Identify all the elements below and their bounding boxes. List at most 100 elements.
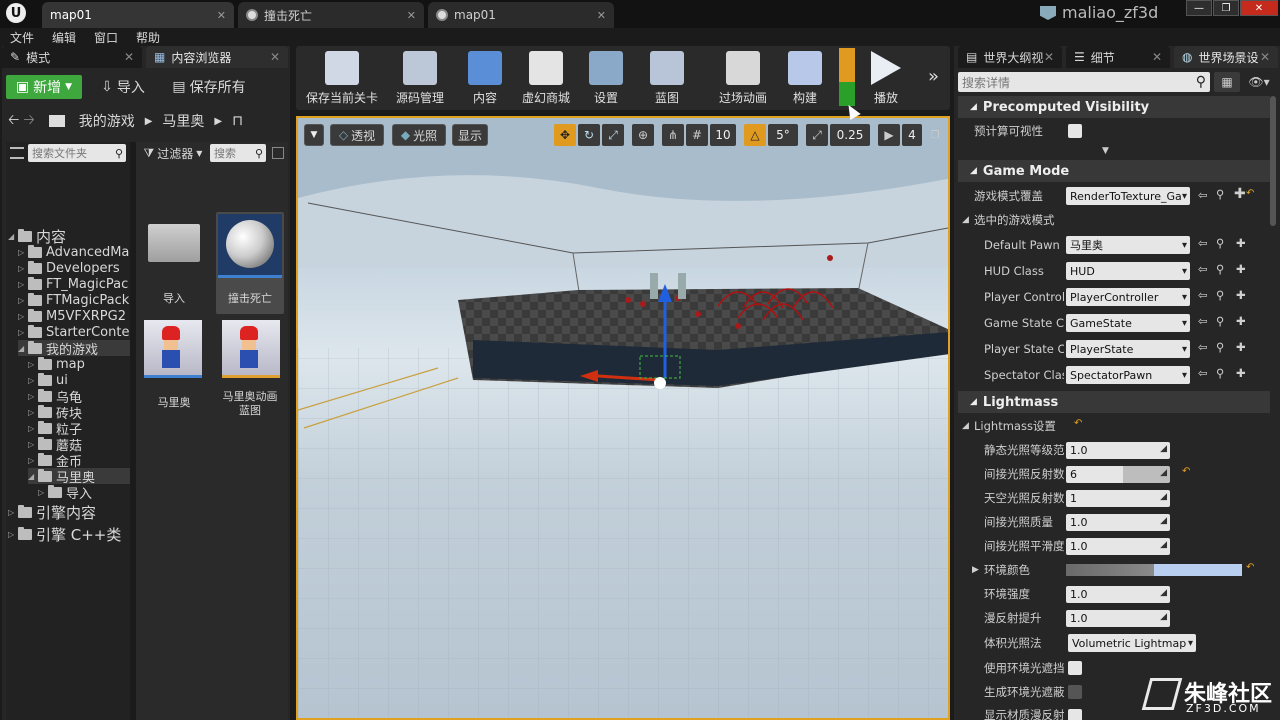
add-icon[interactable]: ✚ xyxy=(1236,366,1246,380)
reset-icon[interactable]: ↶ xyxy=(1246,562,1254,573)
expand-icon[interactable]: ◢ xyxy=(962,215,969,225)
class-dropdown[interactable]: PlayerState xyxy=(1066,340,1190,358)
number-field[interactable]: 1.0 ◢ xyxy=(1066,538,1170,555)
tree-item[interactable]: ▷ 引擎 C++类 xyxy=(8,526,121,544)
collapsed-icon[interactable]: ▷ xyxy=(8,508,18,517)
reset-icon[interactable]: ↶ xyxy=(1246,188,1254,199)
collapsed-icon[interactable]: ▷ xyxy=(18,312,28,321)
add-icon[interactable]: ✚ xyxy=(1234,186,1246,202)
class-dropdown[interactable]: 马里奥 xyxy=(1066,236,1190,254)
collapsed-icon[interactable]: ▷ xyxy=(8,530,18,539)
number-field[interactable]: 6 ◢ xyxy=(1066,466,1170,483)
forward-arrow-icon[interactable]: 🡢 xyxy=(23,109,34,133)
scale-icon[interactable]: ⤢ xyxy=(602,124,624,146)
add-new-button[interactable]: ▣ 新增 ▼ xyxy=(6,75,82,99)
collapsed-icon[interactable]: ▷ xyxy=(28,440,38,449)
collapsed-icon[interactable]: ▷ xyxy=(38,488,48,497)
precomputed-checkbox[interactable] xyxy=(1068,124,1082,138)
filter-button[interactable]: ⧩ 过滤器 ▼ xyxy=(140,144,206,162)
perspective-button[interactable]: ◇ 透视 xyxy=(330,124,384,146)
toolbar-cinematics-button[interactable]: 过场动画 xyxy=(706,50,780,106)
collapsed-icon[interactable]: ▷ xyxy=(28,360,38,369)
drag-handle-icon[interactable]: ◢ xyxy=(1160,444,1167,454)
arrow-left-icon[interactable]: ⇦ xyxy=(1198,340,1208,354)
folder-search-input[interactable]: 搜索文件夹 ⚲ xyxy=(28,144,126,162)
tab-world-outliner[interactable]: ▤ 世界大纲视 ✕ xyxy=(958,46,1062,68)
toolbar-settings-button[interactable]: 设置 xyxy=(582,50,630,106)
details-scrollbar[interactable] xyxy=(1270,96,1276,226)
tree-item[interactable]: ◢ 内容 xyxy=(8,228,66,246)
maximize-viewport-icon[interactable]: ❐ xyxy=(928,124,942,146)
scale-snap-value[interactable]: 0.25 xyxy=(830,124,870,146)
rotation-snap-value[interactable]: 5° xyxy=(768,124,798,146)
tree-item[interactable]: ▷ map xyxy=(28,356,85,372)
browse-icon[interactable]: ⚲ xyxy=(1216,187,1224,201)
reset-icon[interactable]: ↶ xyxy=(1074,418,1082,429)
toolbar-save-button[interactable]: 保存当前关卡 xyxy=(300,50,384,106)
drag-handle-icon[interactable]: ◢ xyxy=(1160,468,1167,478)
tab-content-browser[interactable]: ▦ 内容浏览器 ✕ xyxy=(146,46,288,68)
section-lightmass[interactable]: ◢ Lightmass xyxy=(958,391,1270,413)
class-dropdown[interactable]: PlayerController xyxy=(1066,288,1190,306)
use-ao-checkbox[interactable] xyxy=(1068,661,1082,675)
lit-button[interactable]: ◆ 光照 xyxy=(392,124,446,146)
expand-icon[interactable]: ▶ xyxy=(972,565,979,575)
more-icon[interactable]: » xyxy=(928,66,939,87)
expanded-icon[interactable]: ◢ xyxy=(28,472,38,481)
minimize-button[interactable]: — xyxy=(1186,0,1212,16)
number-field[interactable]: 1.0 ◢ xyxy=(1066,610,1170,627)
lock-icon[interactable]: ⊓ xyxy=(232,113,243,129)
tree-item[interactable]: ◢ 我的游戏 xyxy=(18,340,130,358)
tab-map01[interactable]: map01 ✕ xyxy=(42,2,234,28)
tree-item[interactable]: ▷ FTMagicPack xyxy=(18,292,129,308)
collapsed-icon[interactable]: ▷ xyxy=(18,280,28,289)
toolbar-marketplace-button[interactable]: 虚幻商城 xyxy=(512,50,580,106)
arrow-left-icon[interactable]: ⇦ xyxy=(1198,262,1208,276)
viewport[interactable]: ▼ ◇ 透视 ◆ 光照 显示 ✥ ↻ ⤢ ⊕ ⋔ # 10 △ 5° ⤢ 0.25 … xyxy=(296,116,950,720)
expanded-icon[interactable]: ◢ xyxy=(8,232,18,241)
toolbar-build-button[interactable]: 构建 xyxy=(786,50,824,106)
world-icon[interactable]: ⊕ xyxy=(632,124,654,146)
tab-details[interactable]: ☰ 细节 ✕ xyxy=(1066,46,1170,68)
camera-speed-value[interactable]: 4 xyxy=(902,124,922,146)
class-dropdown[interactable]: SpectatorPawn xyxy=(1066,366,1190,384)
collapsed-icon[interactable]: ▷ xyxy=(28,424,38,433)
asset-tile-mario-anim-bp[interactable]: 马里奥动画 蓝图 xyxy=(218,320,282,420)
import-button[interactable]: ⇩ 导入 xyxy=(90,75,156,99)
details-search-input[interactable]: 搜索详情 ⚲ xyxy=(958,72,1210,92)
reset-icon[interactable]: ↶ xyxy=(1182,466,1190,477)
class-dropdown[interactable]: HUD xyxy=(1066,262,1190,280)
scale-snap-icon[interactable]: ⤢ xyxy=(806,124,828,146)
arrow-left-icon[interactable]: ⇦ xyxy=(1198,366,1208,380)
number-field[interactable]: 1.0 ◢ xyxy=(1066,586,1170,603)
browse-icon[interactable]: ⚲ xyxy=(1216,366,1224,380)
asset-search-input[interactable]: 搜索 ⚲ xyxy=(210,144,266,162)
tree-item[interactable]: ▷ AdvancedMag xyxy=(18,244,138,260)
surface-snap-icon[interactable]: ⋔ xyxy=(662,124,684,146)
breadcrumb-mario[interactable]: 马里奥 xyxy=(162,111,204,131)
tab-map01-second[interactable]: map01 ✕ xyxy=(428,2,614,28)
add-icon[interactable]: ✚ xyxy=(1236,236,1246,250)
close-icon[interactable]: ✕ xyxy=(217,9,226,22)
rotate-icon[interactable]: ↻ xyxy=(578,124,600,146)
arrow-left-icon[interactable]: ⇦ xyxy=(1198,288,1208,302)
gen-ao-checkbox[interactable] xyxy=(1068,685,1082,699)
section-precomputed-visibility[interactable]: ◢ Precomputed Visibility xyxy=(958,96,1270,118)
number-field[interactable]: 1 ◢ xyxy=(1066,490,1170,507)
save-search-icon[interactable] xyxy=(272,147,284,159)
environment-color-swatch[interactable] xyxy=(1066,564,1242,576)
arrow-left-icon[interactable]: ⇦ xyxy=(1198,314,1208,328)
collapsed-icon[interactable]: ▷ xyxy=(18,296,28,305)
browse-icon[interactable]: ⚲ xyxy=(1216,340,1224,354)
translate-icon[interactable]: ✥ xyxy=(554,124,576,146)
collapsed-icon[interactable]: ▷ xyxy=(28,392,38,401)
volumetric-lighting-dropdown[interactable]: Volumetric Lightmap xyxy=(1068,634,1196,652)
browse-icon[interactable]: ⚲ xyxy=(1216,262,1224,276)
close-icon[interactable]: ✕ xyxy=(1260,50,1270,64)
unreal-logo-icon[interactable]: U xyxy=(6,3,26,23)
folder-icon[interactable] xyxy=(48,115,65,127)
collapsed-icon[interactable]: ▷ xyxy=(28,408,38,417)
tab-modes[interactable]: ✎ 模式 ✕ xyxy=(2,46,142,68)
close-icon[interactable]: ✕ xyxy=(1152,50,1162,64)
expand-icon[interactable]: ◢ xyxy=(962,421,969,431)
